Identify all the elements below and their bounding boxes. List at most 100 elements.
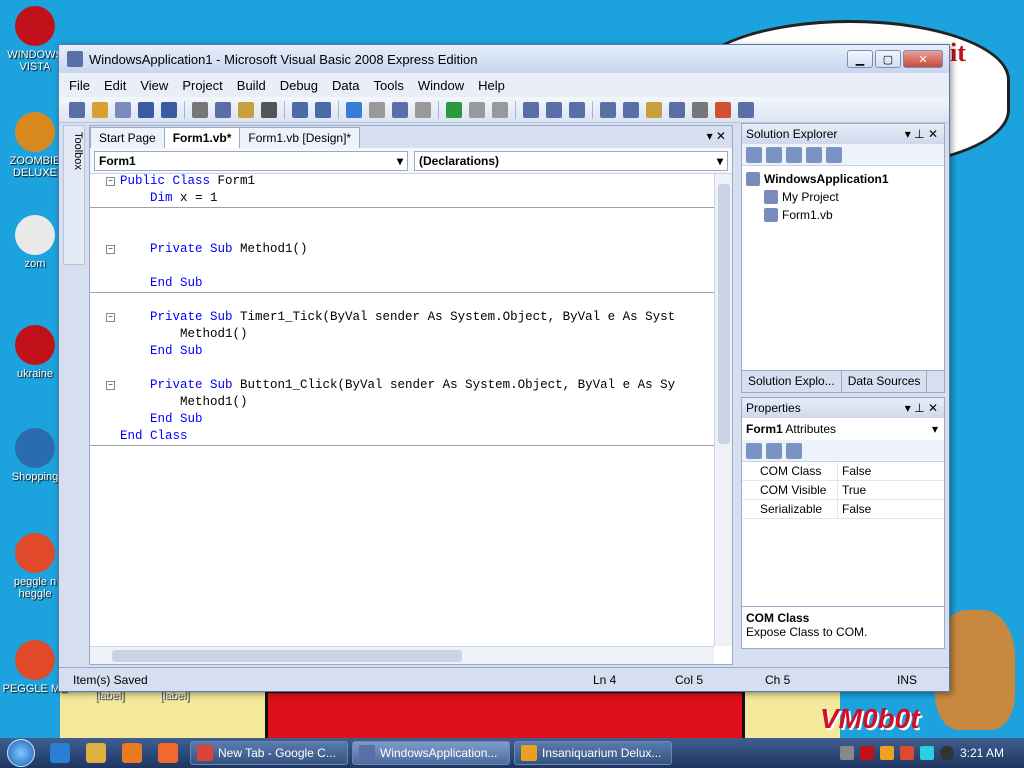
doc-tab[interactable]: Form1.vb* (163, 127, 241, 148)
undo-icon[interactable] (346, 101, 362, 118)
paste-icon[interactable] (238, 101, 254, 118)
save-icon[interactable] (138, 101, 154, 118)
title-bar[interactable]: WindowsApplication1 - Microsoft Visual B… (59, 45, 949, 73)
save-all-icon[interactable] (161, 101, 177, 118)
volume-icon[interactable] (939, 746, 954, 760)
categorized-icon[interactable] (746, 442, 762, 459)
class-combo[interactable]: Form1 ▾ (94, 150, 408, 171)
folder-icon[interactable] (86, 743, 106, 763)
panel-controls[interactable]: ▾ ⊥ ✕ (905, 127, 938, 141)
properties-icon[interactable] (746, 146, 762, 163)
search-icon[interactable] (879, 746, 894, 760)
code-area[interactable]: − Public Class Form1 Dim x = 1 − Private S… (90, 174, 714, 646)
step-out-icon[interactable] (569, 101, 585, 118)
tree-item[interactable]: Form1.vb (746, 206, 940, 224)
property-row[interactable]: COM Visible True (742, 481, 944, 500)
code-line[interactable] (90, 225, 714, 242)
copy-icon[interactable] (215, 101, 231, 118)
network-icon[interactable] (839, 746, 854, 760)
options-icon[interactable] (692, 101, 708, 118)
member-combo[interactable]: (Declarations) ▾ (414, 150, 728, 171)
horizontal-scrollbar[interactable] (90, 646, 714, 664)
property-value[interactable]: False (838, 500, 944, 518)
start-debug-icon[interactable] (446, 101, 462, 118)
task-button[interactable]: WindowsApplication... (352, 741, 510, 765)
clock[interactable]: 3:21 AM (960, 746, 1004, 760)
fold-toggle-icon[interactable]: − (106, 177, 115, 186)
menu-edit[interactable]: Edit (104, 78, 126, 93)
pause-icon[interactable] (469, 101, 485, 118)
open-icon[interactable] (92, 101, 108, 118)
tree-item[interactable]: My Project (746, 188, 940, 206)
code-line[interactable]: End Sub (90, 344, 714, 361)
tree-item[interactable]: WindowsApplication1 (746, 170, 940, 188)
panel-tab[interactable]: Solution Explo... (742, 371, 842, 392)
outdent-icon[interactable] (315, 101, 331, 118)
properties-icon[interactable] (623, 101, 639, 118)
scroll-thumb[interactable] (718, 184, 730, 444)
maximize-button[interactable]: ▢ (875, 50, 901, 68)
code-line[interactable] (90, 293, 714, 310)
fold-toggle-icon[interactable]: − (106, 245, 115, 254)
object-selector[interactable]: Form1 Attributes ▾ (742, 418, 944, 440)
stop-icon[interactable] (492, 101, 508, 118)
minimize-button[interactable]: ▁ (847, 50, 873, 68)
code-line[interactable]: End Sub (90, 412, 714, 429)
code-line[interactable]: − Private Sub Button1_Click(ByVal sender… (90, 378, 714, 395)
code-line[interactable]: Dim x = 1 (90, 191, 714, 208)
show-all-icon[interactable] (766, 146, 782, 163)
menu-data[interactable]: Data (332, 78, 359, 93)
doc-tab[interactable]: Start Page (90, 127, 165, 148)
overflow-icon[interactable] (738, 101, 754, 118)
menu-debug[interactable]: Debug (280, 78, 318, 93)
find-icon[interactable] (261, 101, 277, 118)
property-value[interactable]: True (838, 481, 944, 499)
code-line[interactable] (90, 259, 714, 276)
navigate-forward-icon[interactable] (415, 101, 431, 118)
toolbox-tab[interactable]: Toolbox (63, 125, 85, 265)
vertical-scrollbar[interactable] (714, 174, 732, 646)
code-line[interactable]: − Public Class Form1 (90, 174, 714, 191)
panel-tab[interactable]: Data Sources (842, 371, 928, 392)
code-line[interactable] (90, 208, 714, 225)
menu-tools[interactable]: Tools (373, 78, 403, 93)
menu-view[interactable]: View (140, 78, 168, 93)
panel-controls[interactable]: ▾ ⊥ ✕ (905, 401, 938, 415)
menu-file[interactable]: File (69, 78, 90, 93)
cut-icon[interactable] (192, 101, 208, 118)
fold-toggle-icon[interactable]: − (106, 381, 115, 390)
navigate-icon[interactable] (392, 101, 408, 118)
view-code-icon[interactable] (806, 146, 822, 163)
menu-window[interactable]: Window (418, 78, 464, 93)
code-line[interactable] (90, 361, 714, 378)
code-line[interactable]: End Class (90, 429, 714, 446)
step-over-icon[interactable] (546, 101, 562, 118)
display-icon[interactable] (919, 746, 934, 760)
doc-tab[interactable]: Form1.vb [Design]* (239, 127, 361, 148)
toolbox-icon[interactable] (669, 101, 685, 118)
fold-toggle-icon[interactable]: − (106, 313, 115, 322)
ie-icon[interactable] (50, 743, 70, 763)
code-line[interactable]: Method1() (90, 395, 714, 412)
app-icon[interactable] (158, 743, 178, 763)
alphabetical-icon[interactable] (766, 442, 782, 459)
code-line[interactable]: − Private Sub Timer1_Tick(ByVal sender A… (90, 310, 714, 327)
step-into-icon[interactable] (523, 101, 539, 118)
antivirus-icon[interactable] (859, 746, 874, 760)
code-line[interactable]: End Sub (90, 276, 714, 293)
add-item-icon[interactable] (115, 101, 131, 118)
task-button[interactable]: New Tab - Google C... (190, 741, 348, 765)
property-row[interactable]: COM Class False (742, 462, 944, 481)
view-designer-icon[interactable] (826, 146, 842, 163)
solution-explorer-icon[interactable] (600, 101, 616, 118)
object-browser-icon[interactable] (646, 101, 662, 118)
flag-icon[interactable] (899, 746, 914, 760)
property-row[interactable]: Serializable False (742, 500, 944, 519)
start-button[interactable] (0, 738, 42, 768)
doc-tab-controls[interactable]: ▾ ✕ (707, 129, 726, 143)
menu-project[interactable]: Project (182, 78, 222, 93)
redo-icon[interactable] (369, 101, 385, 118)
code-line[interactable]: Method1() (90, 327, 714, 344)
menu-build[interactable]: Build (237, 78, 266, 93)
code-line[interactable]: − Private Sub Method1() (90, 242, 714, 259)
